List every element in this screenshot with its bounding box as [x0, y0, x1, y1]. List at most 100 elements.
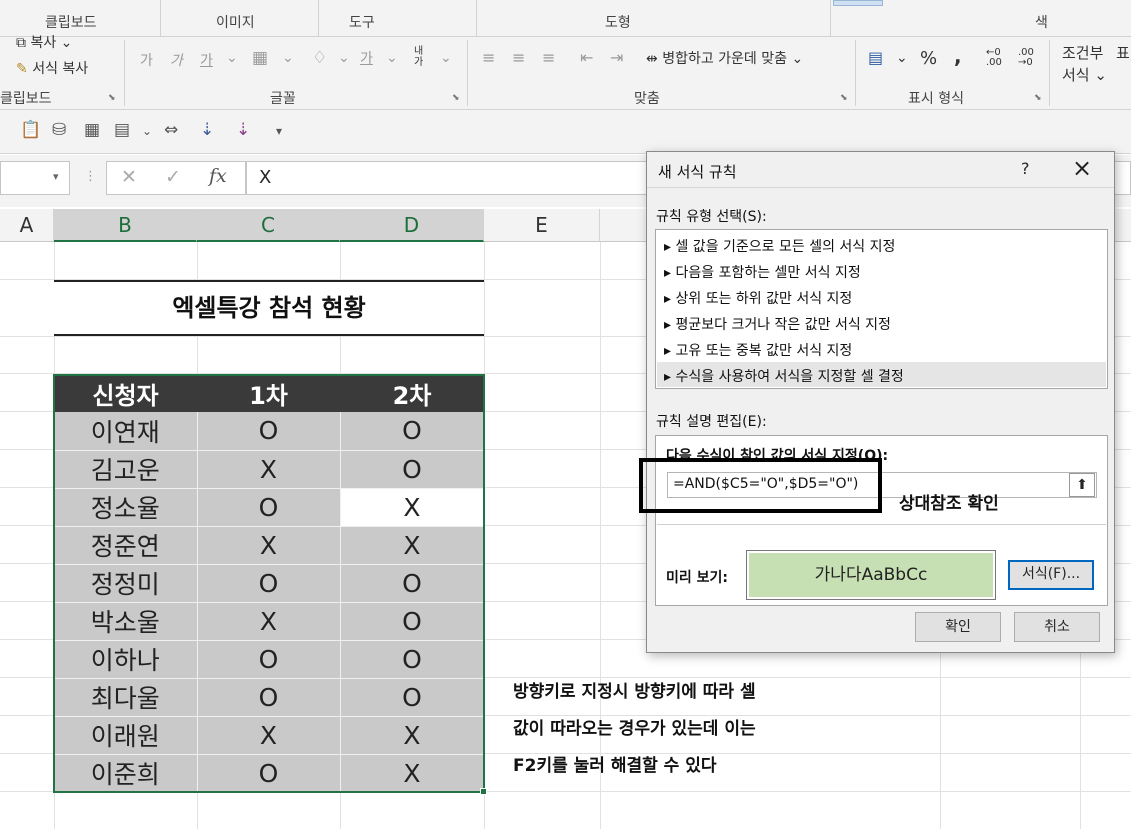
- accounting-dropdown-icon[interactable]: ⌄: [896, 50, 908, 66]
- format-painter-button[interactable]: ✎ 서식 복사: [16, 58, 88, 78]
- round2-cell[interactable]: O: [340, 640, 485, 679]
- round2-cell[interactable]: O: [340, 602, 485, 641]
- applicant-cell[interactable]: 최다울: [54, 678, 198, 717]
- round1-cell[interactable]: X: [197, 716, 341, 755]
- round1-cell[interactable]: X: [197, 450, 341, 489]
- customize-toolbar-icon[interactable]: ▾: [276, 124, 282, 138]
- pivot-icon[interactable]: ▤: [114, 120, 130, 140]
- round2-cell[interactable]: X: [340, 754, 485, 793]
- sort-asc-icon[interactable]: ⇣: [200, 120, 214, 140]
- phonetic-dropdown-icon[interactable]: ⌄: [440, 50, 452, 66]
- column-header-e[interactable]: E: [484, 209, 600, 242]
- round1-cell[interactable]: O: [197, 678, 341, 717]
- align-left-icon[interactable]: ≡: [482, 48, 495, 67]
- increase-decimal-icon[interactable]: ←0.00: [986, 48, 1002, 68]
- round1-cell[interactable]: X: [197, 526, 341, 565]
- phonetic-icon[interactable]: 내가: [414, 46, 423, 68]
- sheet-title-cell[interactable]: 엑셀특강 참석 현황: [54, 280, 484, 336]
- number-launcher-icon[interactable]: ⬊: [1034, 93, 1042, 103]
- style-gallery-fragment[interactable]: 표: [1116, 42, 1130, 63]
- rule-item[interactable]: ▸ 다음을 포함하는 셀만 서식 지정: [664, 262, 861, 282]
- border-dropdown-icon[interactable]: ⌄: [282, 50, 294, 66]
- table-icon[interactable]: ▦: [84, 120, 100, 140]
- decrease-decimal-icon[interactable]: .00 →0: [1018, 48, 1034, 68]
- round1-cell[interactable]: X: [197, 602, 341, 641]
- name-box[interactable]: ▾: [0, 161, 70, 195]
- bold-button[interactable]: 가: [140, 50, 153, 70]
- font-color-icon[interactable]: 가: [360, 48, 373, 68]
- header-round-1[interactable]: 1차: [197, 374, 340, 412]
- format-button[interactable]: 서식(F)...: [1008, 560, 1094, 590]
- collapse-dialog-icon[interactable]: ⬆: [1069, 473, 1095, 497]
- conditional-format-label-2[interactable]: 서식 ⌄: [1062, 64, 1107, 85]
- percent-button[interactable]: %: [920, 48, 937, 69]
- applicant-cell[interactable]: 정정미: [54, 564, 198, 603]
- round1-cell[interactable]: O: [197, 412, 341, 451]
- border-icon[interactable]: ▦: [252, 48, 268, 68]
- help-button[interactable]: ?: [1021, 159, 1030, 178]
- round1-cell[interactable]: O: [197, 754, 341, 793]
- copy-button[interactable]: ⧉ 복사 ⌄: [16, 32, 72, 52]
- rule-item[interactable]: ▸ 고유 또는 중복 값만 서식 지정: [664, 340, 852, 360]
- sort-desc-icon[interactable]: ⇣: [236, 120, 250, 140]
- round2-cell[interactable]: X: [340, 716, 485, 755]
- applicant-cell[interactable]: 정소율: [54, 488, 198, 527]
- round1-cell[interactable]: O: [197, 564, 341, 603]
- round2-cell[interactable]: O: [340, 450, 485, 489]
- italic-button[interactable]: 가: [170, 50, 183, 70]
- header-applicant[interactable]: 신청자: [54, 374, 197, 412]
- header-round-2[interactable]: 2차: [340, 374, 484, 412]
- fill-color-icon[interactable]: ♢: [312, 48, 327, 68]
- applicant-cell[interactable]: 정준연: [54, 526, 198, 565]
- formula-field[interactable]: =AND($C5="O",$D5="O"): [667, 472, 1097, 498]
- decrease-indent-icon[interactable]: ⇤: [580, 48, 593, 67]
- applicant-cell[interactable]: 박소울: [54, 602, 198, 641]
- round2-cell[interactable]: O: [340, 678, 485, 717]
- fill-handle[interactable]: [480, 788, 487, 795]
- round2-cell[interactable]: X: [340, 526, 485, 565]
- applicant-cell[interactable]: 이하나: [54, 640, 198, 679]
- name-box-dropdown-icon[interactable]: ▾: [53, 170, 59, 183]
- applicant-cell[interactable]: 이준희: [54, 754, 198, 793]
- rule-item[interactable]: ▸ 셀 값을 기준으로 모든 셀의 서식 지정: [664, 236, 895, 256]
- alignment-launcher-icon[interactable]: ⬊: [840, 93, 848, 103]
- pivot-dropdown-icon[interactable]: ⌄: [142, 124, 152, 138]
- accounting-format-icon[interactable]: ▤: [868, 48, 883, 67]
- cancel-button[interactable]: 취소: [1014, 612, 1100, 642]
- align-center-icon[interactable]: ≡: [512, 48, 525, 67]
- column-header-a[interactable]: A: [0, 209, 54, 242]
- round1-cell[interactable]: O: [197, 488, 341, 527]
- round1-cell[interactable]: O: [197, 640, 341, 679]
- cancel-entry-icon[interactable]: ✕: [121, 166, 137, 188]
- column-header-d[interactable]: D: [340, 209, 484, 242]
- font-launcher-icon[interactable]: ⬊: [452, 93, 460, 103]
- applicant-cell[interactable]: 이연재: [54, 412, 198, 451]
- font-color-dropdown-icon[interactable]: ⌄: [386, 50, 398, 66]
- insert-function-icon[interactable]: fx: [209, 165, 227, 187]
- conditional-format-label-1[interactable]: 조건부: [1062, 42, 1103, 63]
- rule-item-selected[interactable]: ▸ 수식을 사용하여 서식을 지정할 셀 결정: [664, 366, 904, 386]
- round2-cell[interactable]: O: [340, 564, 485, 603]
- rule-item[interactable]: ▸ 평균보다 크거나 작은 값만 서식 지정: [664, 314, 891, 334]
- underline-dropdown-icon[interactable]: ⌄: [226, 50, 238, 66]
- color-swatch[interactable]: [833, 0, 883, 6]
- paste-values-icon[interactable]: 📋: [20, 120, 41, 140]
- applicant-cell[interactable]: 이래원: [54, 716, 198, 755]
- confirm-entry-icon[interactable]: ✓: [165, 166, 181, 188]
- format-painter-quick-icon[interactable]: ⛁: [52, 120, 66, 140]
- rule-item[interactable]: ▸ 상위 또는 하위 값만 서식 지정: [664, 288, 852, 308]
- merge-center-button[interactable]: ⇹ 병합하고 가운데 맞춤 ⌄: [646, 48, 803, 68]
- active-cell[interactable]: X: [340, 488, 485, 527]
- fit-width-icon[interactable]: ⇔: [164, 120, 178, 140]
- column-header-c[interactable]: C: [197, 209, 340, 242]
- underline-button[interactable]: 가: [200, 50, 213, 70]
- clipboard-launcher-icon[interactable]: ⬊: [108, 93, 116, 103]
- ok-button[interactable]: 확인: [915, 612, 1001, 642]
- fill-dropdown-icon[interactable]: ⌄: [338, 50, 350, 66]
- close-icon[interactable]: ×: [1072, 154, 1092, 182]
- round2-cell[interactable]: O: [340, 412, 485, 451]
- comma-button[interactable]: ,: [954, 44, 962, 68]
- increase-indent-icon[interactable]: ⇥: [610, 48, 623, 67]
- applicant-cell[interactable]: 김고운: [54, 450, 198, 489]
- column-header-b[interactable]: B: [54, 209, 197, 242]
